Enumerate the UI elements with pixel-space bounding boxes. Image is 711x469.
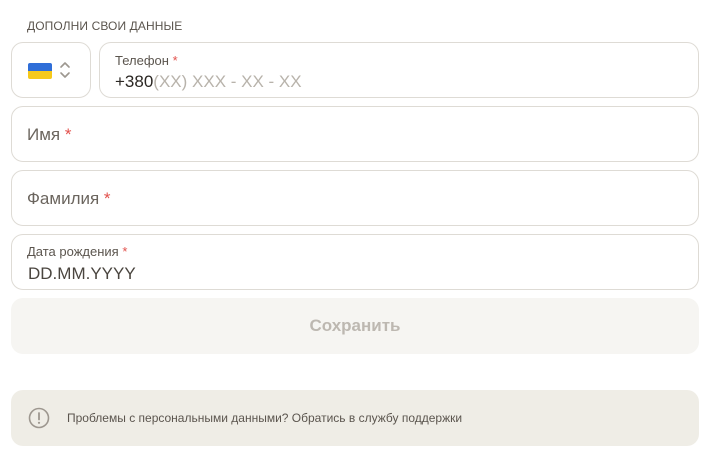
ukraine-flag-icon (28, 63, 52, 79)
support-banner[interactable]: Проблемы с персональными данными? Обрати… (11, 390, 699, 446)
phone-mask: (XX) XXX - XX - XX (153, 72, 302, 91)
phone-prefix: +380 (115, 72, 154, 91)
chevron-up-down-icon (60, 62, 70, 78)
birth-date-field[interactable]: Дата рождения * DD.MM.YYYY (11, 234, 699, 290)
first-name-field[interactable]: Имя * (11, 106, 699, 162)
last-name-field[interactable]: Фамилия * (11, 170, 699, 226)
required-asterisk: * (103, 189, 111, 208)
last-name-label: Фамилия * (27, 189, 111, 208)
required-asterisk: * (122, 244, 128, 259)
required-asterisk: * (172, 53, 178, 68)
info-icon (28, 407, 50, 429)
section-title: ДОПОЛНИ СВОИ ДАННЫЕ (27, 19, 183, 33)
phone-input[interactable]: +380(XX) XXX - XX - XX (115, 72, 302, 92)
phone-label: Телефон * (115, 53, 178, 68)
required-asterisk: * (64, 125, 72, 144)
support-text: Проблемы с персональными данными? Обрати… (67, 411, 463, 425)
save-button[interactable]: Сохранить (11, 298, 699, 354)
first-name-label: Имя * (27, 125, 72, 144)
country-code-select[interactable] (11, 42, 91, 98)
birth-date-input[interactable]: DD.MM.YYYY (28, 264, 136, 284)
birth-date-label: Дата рождения * (27, 244, 128, 259)
phone-field[interactable]: Телефон * +380(XX) XXX - XX - XX (99, 42, 699, 98)
